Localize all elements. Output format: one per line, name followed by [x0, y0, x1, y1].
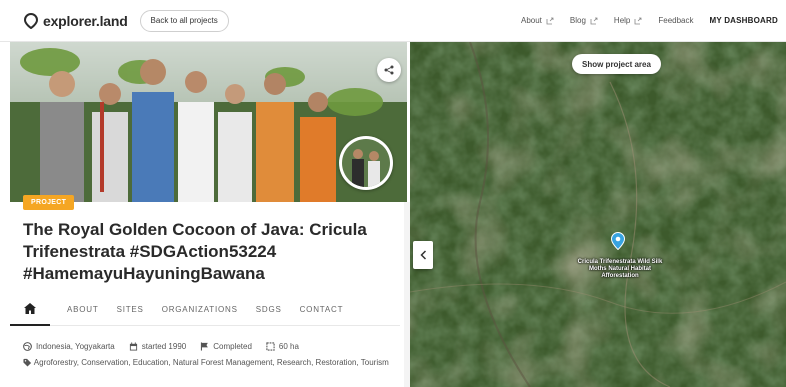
tab-about[interactable]: ABOUT: [58, 294, 108, 326]
organization-avatar[interactable]: [339, 136, 393, 190]
main-nav: About Blog Help Feedback MY DASHBOARD: [521, 16, 778, 25]
project-panel: PROJECT The Royal Golden Cocoon of Java:…: [0, 42, 410, 387]
avatar-photo: [342, 139, 390, 187]
tab-organizations[interactable]: ORGANIZATIONS: [153, 294, 247, 326]
chevron-left-icon: [419, 250, 426, 260]
project-location: Indonesia, Yogyakarta: [36, 342, 115, 351]
show-project-area-button[interactable]: Show project area: [572, 54, 661, 74]
project-started: started 1990: [141, 342, 187, 351]
top-navigation: explorer.land Back to all projects About…: [0, 0, 786, 42]
nav-my-dashboard[interactable]: MY DASHBOARD: [710, 16, 778, 25]
map-marker-label: Cricula Trifenestrata Wild Silk Moths Na…: [577, 259, 663, 279]
project-area: 60 ha: [278, 342, 299, 351]
project-status: Completed: [213, 342, 252, 351]
project-categories-text: Agroforestry, Conservation, Education, N…: [33, 358, 389, 367]
nav-feedback[interactable]: Feedback: [658, 16, 693, 25]
project-meta: Indonesia, Yogyakarta started 1990 Compl…: [23, 342, 299, 351]
nav-help-label: Help: [613, 16, 631, 25]
nav-about[interactable]: About: [521, 16, 554, 25]
external-link-icon: [634, 17, 642, 24]
project-title: The Royal Golden Cocoon of Java: Cricula…: [23, 220, 367, 283]
tab-home[interactable]: [10, 294, 50, 326]
project-tabs: ABOUT SITES ORGANIZATIONS SDGS CONTACT: [10, 294, 400, 326]
external-link-icon: [546, 17, 554, 24]
nav-blog-label: Blog: [569, 16, 586, 25]
project-badge: PROJECT: [23, 195, 75, 210]
share-icon: [384, 65, 394, 75]
avatar-image: [342, 139, 390, 187]
map-marker-icon[interactable]: [611, 232, 625, 250]
nav-help[interactable]: Help: [614, 16, 642, 25]
collapse-panel-button[interactable]: [413, 241, 433, 269]
map-pin-icon: [24, 12, 38, 29]
globe-icon: [23, 342, 32, 351]
tab-contact[interactable]: CONTACT: [291, 294, 353, 326]
nav-about-label: About: [521, 16, 542, 25]
satellite-map: [410, 42, 786, 387]
logo-text: explorer.land: [43, 12, 128, 29]
logo[interactable]: explorer.land: [24, 12, 128, 29]
area-icon: [266, 342, 275, 351]
flag-icon: [201, 342, 209, 351]
back-to-projects-button[interactable]: Back to all projects: [139, 9, 229, 32]
map-view[interactable]: Show project area Cricula Trifenestrata …: [410, 42, 786, 387]
tab-sites[interactable]: SITES: [108, 294, 153, 326]
tab-sdgs[interactable]: SDGS: [247, 294, 291, 326]
calendar-icon: [129, 342, 137, 351]
tag-icon: [23, 359, 32, 367]
external-link-icon: [590, 17, 598, 24]
share-button[interactable]: [377, 58, 401, 82]
nav-blog[interactable]: Blog: [570, 16, 598, 25]
home-icon: [24, 303, 36, 314]
project-categories: Agroforestry, Conservation, Education, N…: [23, 356, 393, 369]
